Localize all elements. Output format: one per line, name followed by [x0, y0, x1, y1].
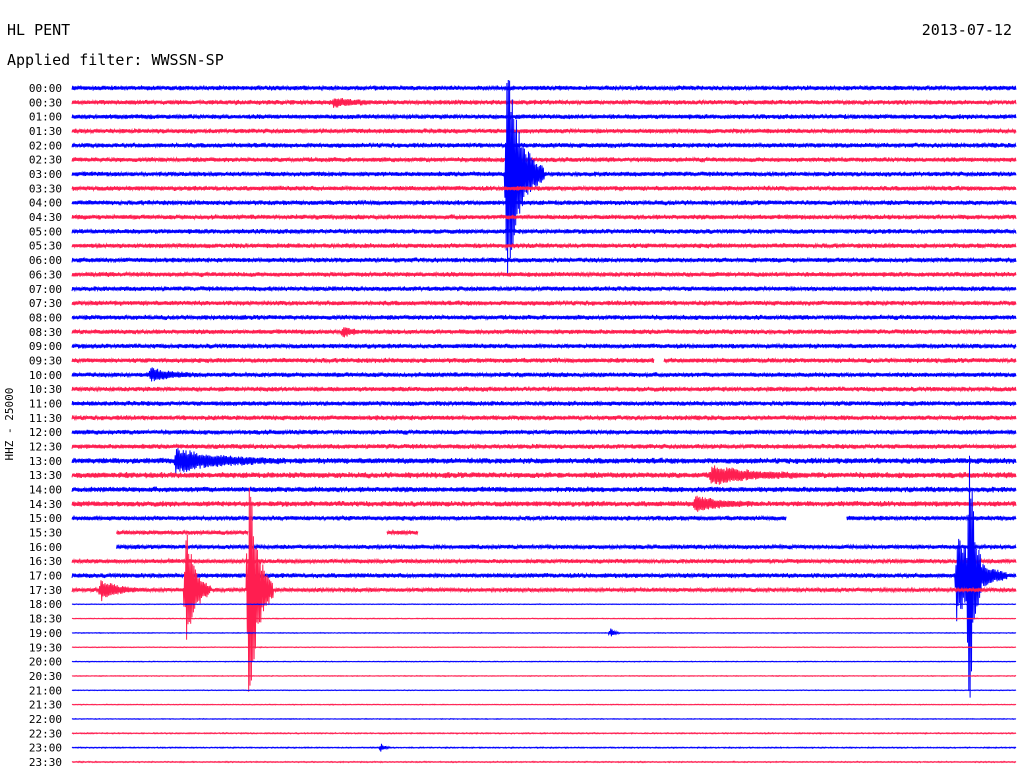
tick-label-1930: 19:30: [29, 641, 62, 654]
tick-label-0500: 05:00: [29, 225, 62, 238]
tick-label-2030: 20:30: [29, 670, 62, 683]
tick-label-2000: 20:00: [29, 656, 62, 669]
trace-line-0630: [71, 270, 1017, 278]
tick-label-2300: 23:00: [29, 742, 62, 755]
tick-label-0100: 01:00: [29, 111, 62, 124]
trace-line-0530: [71, 242, 1017, 250]
trace-line-2030: [71, 674, 1017, 678]
trace-line-0730: [71, 299, 1017, 307]
tick-label-0430: 04:30: [29, 211, 62, 224]
trace-line-1200: [71, 428, 1017, 436]
trace-line-0700: [71, 285, 1017, 293]
trace-line-1400: [71, 486, 1017, 493]
tick-label-0400: 04:00: [29, 197, 62, 210]
trace-line-0800: [71, 313, 1017, 321]
tick-label-2200: 22:00: [29, 713, 62, 726]
tick-label-0200: 02:00: [29, 139, 62, 152]
tick-label-2330: 23:30: [29, 756, 62, 769]
tick-label-1600: 16:00: [29, 541, 62, 554]
tick-label-1800: 18:00: [29, 598, 62, 611]
trace-line-0430: [71, 213, 1017, 221]
tick-label-1400: 14:00: [29, 484, 62, 497]
trace-line-2330: [71, 760, 1017, 764]
trace-line-1000: [71, 367, 1017, 382]
tick-label-0700: 07:00: [29, 283, 62, 296]
trace-line-0400: [71, 199, 1017, 207]
trace-line-0900: [71, 342, 1017, 350]
trace-line-2230: [71, 731, 1017, 735]
tick-label-0030: 00:30: [29, 96, 62, 109]
tick-label-1100: 11:00: [29, 397, 62, 410]
tick-label-1200: 12:00: [29, 426, 62, 439]
trace-line-0500: [71, 228, 1017, 235]
trace-line-0600: [71, 256, 1017, 264]
trace-line-2100: [71, 689, 1017, 692]
trace-line-0130: [71, 127, 1017, 135]
tick-label-1000: 10:00: [29, 369, 62, 382]
tick-label-0830: 08:30: [29, 326, 62, 339]
trace-line-0330: [71, 184, 1017, 192]
trace-line-1830: [71, 617, 1017, 620]
trace-line-0000: [71, 84, 1017, 92]
trace-line-1230: [71, 443, 1017, 450]
tick-label-0630: 06:30: [29, 268, 62, 281]
trace-line-2130: [71, 703, 1017, 706]
tick-label-1830: 18:30: [29, 613, 62, 626]
tick-label-0730: 07:30: [29, 297, 62, 310]
trace-line-2000: [71, 660, 1017, 663]
trace-line-1500: [71, 514, 1017, 522]
trace-line-0030: [71, 97, 1017, 108]
tick-label-2230: 22:30: [29, 727, 62, 740]
tick-label-0300: 03:00: [29, 168, 62, 181]
tick-label-1030: 10:30: [29, 383, 62, 396]
trace-line-1430: [71, 495, 1017, 512]
trace-line-1130: [71, 414, 1017, 422]
trace-line-0230: [71, 156, 1017, 164]
tick-label-0800: 08:00: [29, 311, 62, 324]
tick-label-2100: 21:00: [29, 684, 62, 697]
tick-label-1430: 14:30: [29, 498, 62, 511]
tick-label-2130: 21:30: [29, 699, 62, 712]
trace-line-0100: [71, 113, 1017, 121]
trace-line-1900: [71, 628, 1017, 637]
tick-label-1700: 17:00: [29, 570, 62, 583]
tick-label-0530: 05:30: [29, 240, 62, 253]
tick-label-1730: 17:30: [29, 584, 62, 597]
tick-label-1230: 12:30: [29, 441, 62, 454]
trace-line-1330: [71, 465, 1017, 485]
tick-label-1130: 11:30: [29, 412, 62, 425]
trace-line-0200: [71, 141, 1017, 149]
tick-label-0900: 09:00: [29, 340, 62, 353]
trace-line-0830: [71, 327, 1017, 338]
tick-label-1330: 13:30: [29, 469, 62, 482]
tick-label-0600: 06:00: [29, 254, 62, 267]
tick-label-0930: 09:30: [29, 354, 62, 367]
tick-label-1900: 19:00: [29, 627, 62, 640]
tick-label-0230: 02:30: [29, 154, 62, 167]
trace-line-1800: [71, 603, 1017, 606]
trace-line-1930: [71, 646, 1017, 649]
trace-line-1030: [71, 385, 1017, 393]
tick-label-0000: 00:00: [29, 82, 62, 95]
trace-line-0930: [71, 357, 1017, 365]
tick-label-1630: 16:30: [29, 555, 62, 568]
seismogram-chart: 00:0000:30 01:0001:3002:00 02:3003:0003:30…: [29, 80, 1024, 769]
tick-label-1530: 15:30: [29, 527, 62, 540]
trace-line-1630: [71, 557, 1017, 565]
tick-label-1300: 13:00: [29, 455, 62, 468]
trace-line-1100: [71, 399, 1017, 407]
trace-line-2200: [71, 717, 1017, 721]
tick-label-1500: 15:00: [29, 512, 62, 525]
tick-label-0130: 01:30: [29, 125, 62, 138]
trace-line-2300: [71, 743, 1017, 752]
tick-label-0330: 03:30: [29, 182, 62, 195]
trace-line-1300: [71, 448, 1017, 474]
